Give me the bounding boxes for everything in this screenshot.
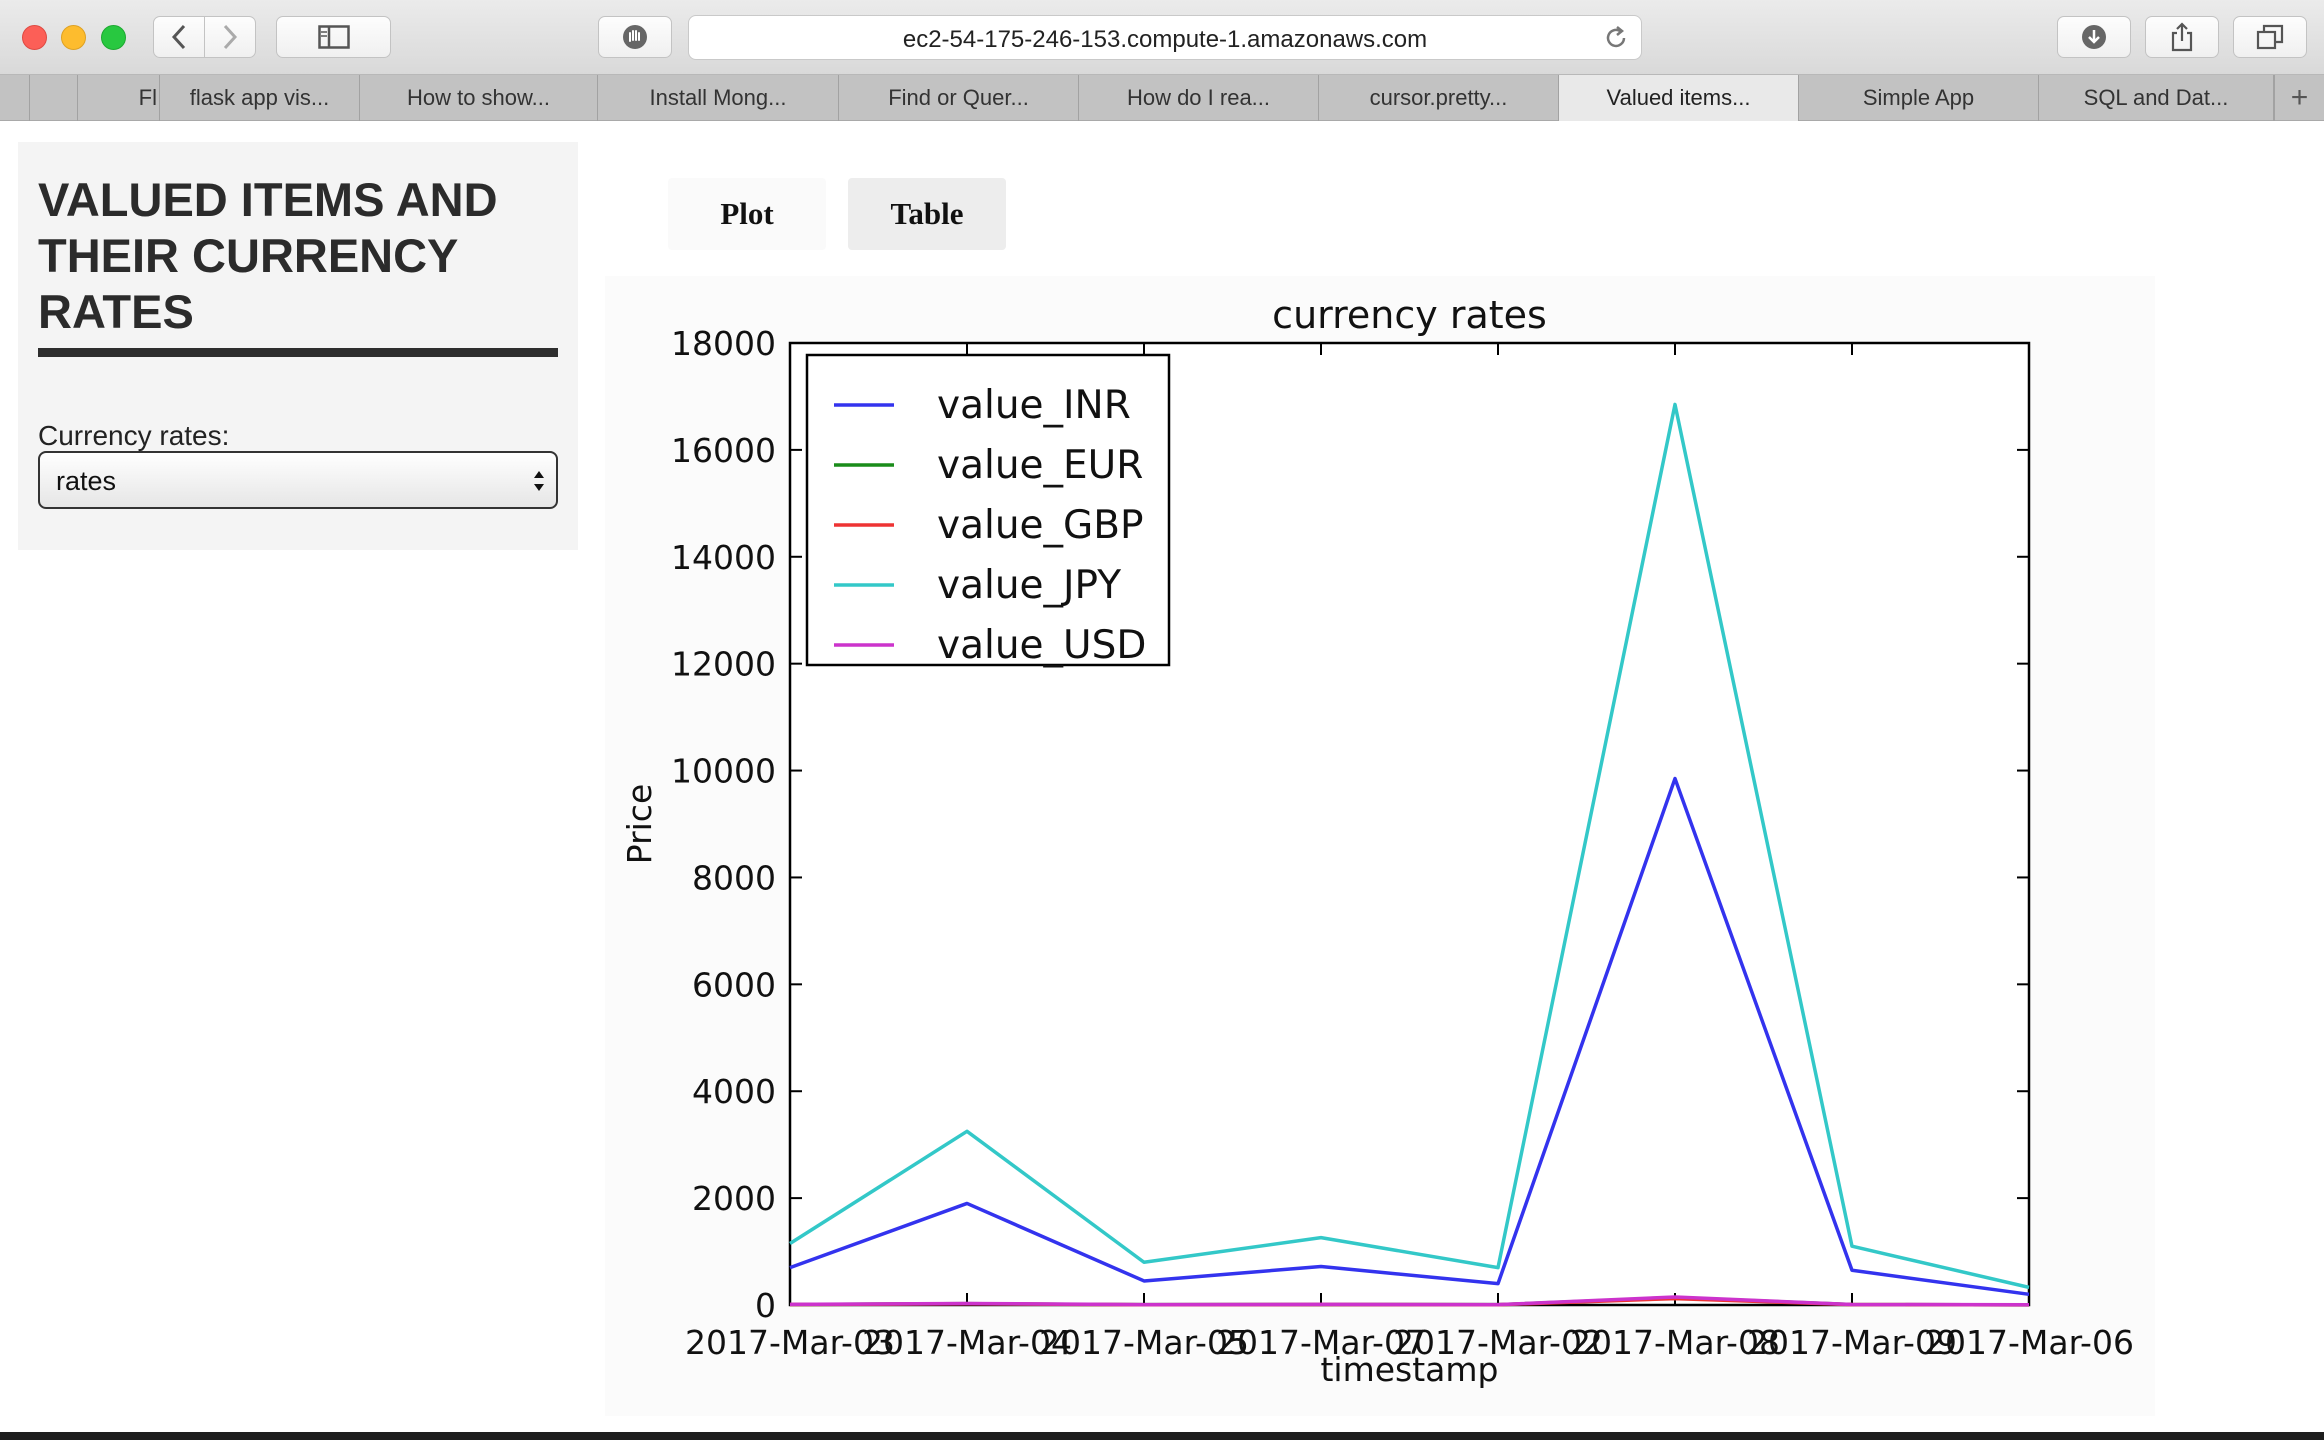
share-icon [2171,22,2193,52]
currency-select[interactable]: rates [38,451,558,509]
tab-pinned[interactable] [0,75,30,121]
chevron-right-icon [223,24,238,50]
browser-tab[interactable]: How to show... [360,75,598,121]
browser-tab[interactable]: flask app vis... [160,75,360,121]
y-tick-label: 0 [755,1286,776,1325]
y-tick-label: 8000 [692,858,776,897]
y-tick-label: 12000 [671,645,776,684]
browser-tab[interactable]: Fl [78,75,160,121]
currency-select-value: rates [56,466,117,496]
y-axis-label: Price [620,784,659,865]
currency-select-label: Currency rates: [38,420,230,451]
hand-shield-icon [623,25,647,49]
download-icon [2082,25,2106,49]
browser-tab[interactable]: Install Mong... [598,75,839,121]
back-button[interactable] [153,16,205,58]
browser-tab[interactable]: Simple App [1799,75,2039,121]
show-sidebar-button[interactable] [276,16,391,58]
y-tick-label: 4000 [692,1072,776,1111]
legend-label: value_GBP [937,503,1144,548]
select-arrows-icon [534,471,544,491]
legend-label: value_USD [937,623,1146,668]
y-tick-label: 10000 [671,752,776,791]
tab-bar: Fl flask app vis... How to show... Insta… [0,75,2324,121]
plus-icon: + [2290,81,2309,114]
sidebar-icon [317,25,350,49]
share-button[interactable] [2145,16,2219,58]
forward-button[interactable] [204,16,256,58]
chevron-left-icon [171,24,186,50]
tab-pinned[interactable] [30,75,78,121]
browser-tab[interactable]: cursor.pretty... [1319,75,1559,121]
currency-rates-chart: currency rates 0 2000 4000 6000 8000 10000 1200… [620,293,2134,1389]
title-divider [38,348,558,357]
address-bar[interactable]: ec2-54-175-246-153.compute-1.amazonaws.c… [688,15,1642,60]
tabs-icon [2256,24,2284,50]
privacy-button[interactable] [598,16,672,58]
browser-tab-active[interactable]: Valued items... [1559,75,1799,121]
x-tick-label: 2017-Mar-06 [1924,1323,2134,1362]
window-minimize-button[interactable] [61,25,86,50]
browser-toolbar: ec2-54-175-246-153.compute-1.amazonaws.c… [0,0,2324,75]
url-text: ec2-54-175-246-153.compute-1.amazonaws.c… [902,26,1428,53]
new-tab-button[interactable]: + [2274,75,2324,121]
y-tick-label: 16000 [671,431,776,470]
x-axis-label: timestamp [1320,1350,1498,1389]
browser-tab[interactable]: SQL and Dat... [2039,75,2274,121]
tab-overview-button[interactable] [2233,16,2307,58]
y-tick-label: 2000 [692,1179,776,1218]
window-maximize-button[interactable] [101,25,126,50]
browser-tab[interactable]: How do I rea... [1079,75,1319,121]
downloads-button[interactable] [2057,16,2131,58]
tab-table[interactable]: Table [848,178,1006,250]
reload-icon[interactable] [1603,25,1629,51]
legend-label: value_EUR [937,443,1143,488]
y-tick-label: 14000 [671,538,776,577]
chart-title: currency rates [1272,293,1547,337]
y-tick-label: 6000 [692,965,776,1004]
tab-plot[interactable]: Plot [668,178,826,250]
y-tick-label: 18000 [671,324,776,363]
legend-label: value_JPY [937,563,1121,608]
browser-tab[interactable]: Find or Quer... [839,75,1079,121]
window-close-button[interactable] [22,25,47,50]
legend-label: value_INR [937,383,1131,428]
background-terminal-strip [0,1432,2324,1440]
page-title: VALUED ITEMS AND THEIR CURRENCY RATES [38,173,498,338]
